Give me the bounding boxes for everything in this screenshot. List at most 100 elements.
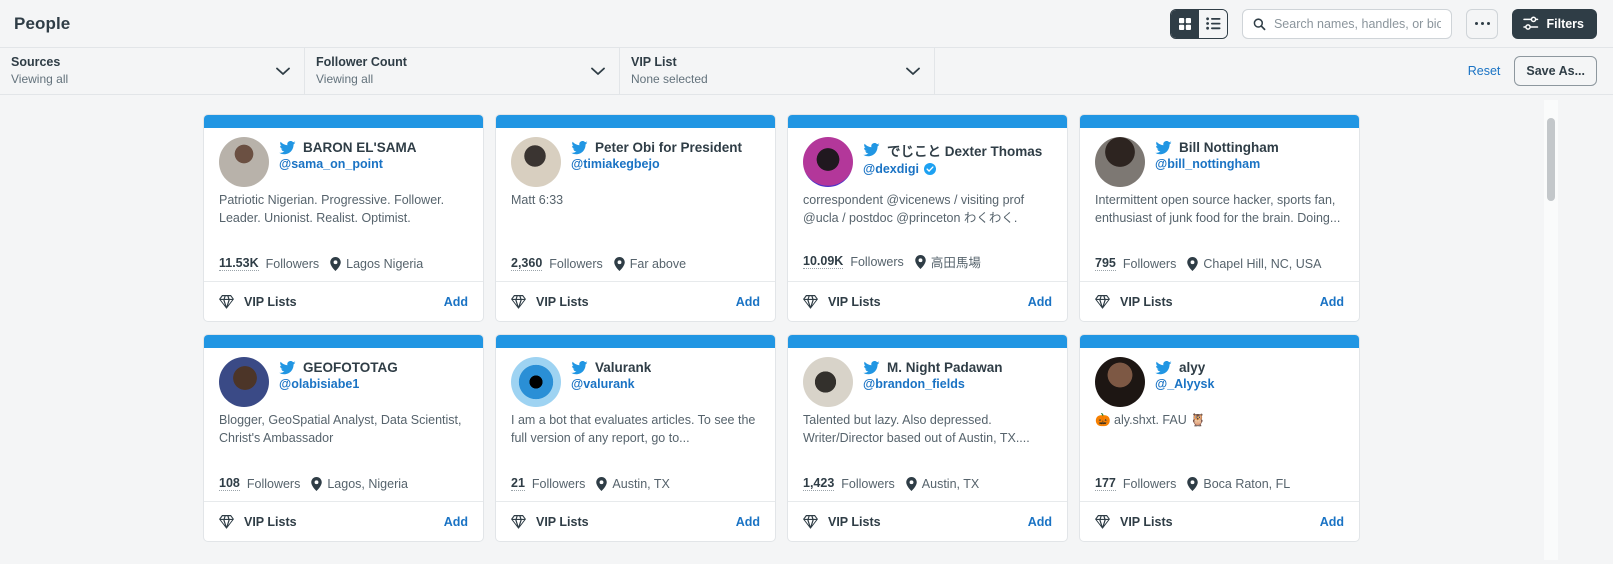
handle[interactable]: @brandon_fields: [863, 377, 965, 391]
handle-line: @brandon_fields: [863, 377, 1003, 391]
handle[interactable]: @sama_on_point: [279, 157, 383, 171]
card-body: でじこと Dexter Thomas @dexdigi corresponden…: [788, 128, 1067, 281]
followers-label: Followers: [841, 477, 895, 491]
card-header: GEOFOTOTAG @olabisiabe1: [219, 357, 468, 407]
filter-sources[interactable]: Sources Viewing all: [0, 48, 305, 94]
gem-icon: [803, 295, 818, 309]
vertical-scrollbar[interactable]: [1544, 100, 1558, 560]
location-block: Austin, TX: [906, 477, 979, 491]
bio-text: Patriotic Nigerian. Progressive. Followe…: [219, 191, 468, 227]
identity-block: でじこと Dexter Thomas @dexdigi: [863, 137, 1042, 176]
handle[interactable]: @timiakegbejo: [571, 157, 660, 171]
avatar: [1095, 137, 1145, 187]
person-card[interactable]: Bill Nottingham @bill_nottingham Intermi…: [1079, 114, 1360, 322]
avatar: [1095, 357, 1145, 407]
more-options-button[interactable]: [1466, 9, 1498, 39]
page-title: People: [14, 14, 70, 34]
handle[interactable]: @bill_nottingham: [1155, 157, 1260, 171]
card-stats: 21 Followers Austin, TX: [511, 476, 760, 491]
handle[interactable]: @valurank: [571, 377, 635, 391]
reset-button[interactable]: Reset: [1468, 64, 1501, 78]
filter-follower-count-value: Viewing all: [316, 72, 583, 87]
search-input[interactable]: [1274, 17, 1442, 31]
add-to-vip-list-button[interactable]: Add: [444, 515, 468, 529]
filter-follower-count[interactable]: Follower Count Viewing all: [305, 48, 620, 94]
handle[interactable]: @_Alyysk: [1155, 377, 1214, 391]
location-text: Lagos Nigeria: [346, 257, 423, 271]
bio-text: correspondent @vicenews / visiting prof …: [803, 191, 1052, 227]
location-text: Boca Raton, FL: [1203, 477, 1290, 491]
filter-bar: Sources Viewing all Follower Count Viewi…: [0, 47, 1613, 95]
filters-button-label: Filters: [1546, 17, 1584, 31]
follower-count: 177: [1095, 476, 1116, 491]
list-view-button[interactable]: [1199, 10, 1227, 38]
scrollbar-thumb[interactable]: [1547, 118, 1555, 201]
handle-line: @dexdigi: [863, 162, 1042, 176]
list-icon: [1206, 17, 1221, 30]
location-text: Austin, TX: [922, 477, 979, 491]
location-pin-icon: [1187, 477, 1198, 491]
card-body: Bill Nottingham @bill_nottingham Intermi…: [1080, 128, 1359, 281]
add-to-vip-list-button[interactable]: Add: [736, 515, 760, 529]
handle[interactable]: @olabisiabe1: [279, 377, 359, 391]
vip-lists-label: VIP Lists: [244, 295, 297, 309]
card-body: Valurank @valurank I am a bot that evalu…: [496, 348, 775, 501]
grid-view-button[interactable]: [1171, 10, 1199, 38]
followers-label: Followers: [1123, 257, 1177, 271]
identity-block: GEOFOTOTAG @olabisiabe1: [279, 357, 398, 391]
add-to-vip-list-button[interactable]: Add: [1028, 515, 1052, 529]
chevron-down-icon: [276, 67, 290, 76]
handle-line: @timiakegbejo: [571, 157, 742, 171]
bio-text: Matt 6:33: [511, 191, 760, 209]
add-to-vip-list-button[interactable]: Add: [1320, 515, 1344, 529]
name-line: alyy: [1155, 360, 1214, 375]
filters-button[interactable]: Filters: [1512, 9, 1597, 39]
add-to-vip-list-button[interactable]: Add: [736, 295, 760, 309]
location-pin-icon: [915, 255, 926, 269]
sliders-icon: [1523, 16, 1539, 31]
follower-count: 21: [511, 476, 525, 491]
follower-count: 108: [219, 476, 240, 491]
top-bar-actions: Filters: [1170, 9, 1597, 39]
card-body: alyy @_Alyysk 🎃 aly.shxt. FAU 🦉 177 Foll…: [1080, 348, 1359, 501]
card-body: Peter Obi for President @timiakegbejo Ma…: [496, 128, 775, 281]
filter-vip-list[interactable]: VIP List None selected: [620, 48, 935, 94]
card-stats: 11.53K Followers Lagos Nigeria: [219, 256, 468, 271]
card-footer: VIP Lists Add: [496, 281, 775, 321]
bio-text: 🎃 aly.shxt. FAU 🦉: [1095, 411, 1344, 429]
follower-count: 11.53K: [219, 256, 259, 271]
search-box[interactable]: [1242, 9, 1452, 39]
follower-count: 795: [1095, 256, 1116, 271]
dot-icon: [1481, 22, 1485, 26]
card-stats: 795 Followers Chapel Hill, NC, USA: [1095, 256, 1344, 271]
person-card[interactable]: Peter Obi for President @timiakegbejo Ma…: [495, 114, 776, 322]
person-card[interactable]: M. Night Padawan @brandon_fields Talente…: [787, 334, 1068, 542]
name-line: M. Night Padawan: [863, 360, 1003, 375]
display-name: Peter Obi for President: [595, 140, 742, 155]
card-footer: VIP Lists Add: [788, 501, 1067, 541]
person-card[interactable]: BARON EL'SAMA @sama_on_point Patriotic N…: [203, 114, 484, 322]
followers-label: Followers: [549, 257, 603, 271]
handle-line: @sama_on_point: [279, 157, 416, 171]
card-footer: VIP Lists Add: [204, 281, 483, 321]
bio-text: Talented but lazy. Also depressed. Write…: [803, 411, 1052, 447]
save-as-button[interactable]: Save As...: [1514, 56, 1597, 86]
location-block: Austin, TX: [596, 477, 669, 491]
person-card[interactable]: でじこと Dexter Thomas @dexdigi corresponden…: [787, 114, 1068, 322]
followers-label: Followers: [1123, 477, 1177, 491]
card-header: Peter Obi for President @timiakegbejo: [511, 137, 760, 187]
person-card[interactable]: GEOFOTOTAG @olabisiabe1 Blogger, GeoSpat…: [203, 334, 484, 542]
filter-bar-actions: Reset Save As...: [1468, 48, 1613, 94]
location-block: Lagos, Nigeria: [311, 477, 408, 491]
view-toggle[interactable]: [1170, 9, 1228, 39]
card-stats: 177 Followers Boca Raton, FL: [1095, 476, 1344, 491]
card-header: alyy @_Alyysk: [1095, 357, 1344, 407]
search-icon: [1253, 17, 1265, 31]
add-to-vip-list-button[interactable]: Add: [1320, 295, 1344, 309]
location-block: Far above: [614, 257, 686, 271]
add-to-vip-list-button[interactable]: Add: [1028, 295, 1052, 309]
person-card[interactable]: alyy @_Alyysk 🎃 aly.shxt. FAU 🦉 177 Foll…: [1079, 334, 1360, 542]
handle[interactable]: @dexdigi: [863, 162, 919, 176]
person-card[interactable]: Valurank @valurank I am a bot that evalu…: [495, 334, 776, 542]
add-to-vip-list-button[interactable]: Add: [444, 295, 468, 309]
